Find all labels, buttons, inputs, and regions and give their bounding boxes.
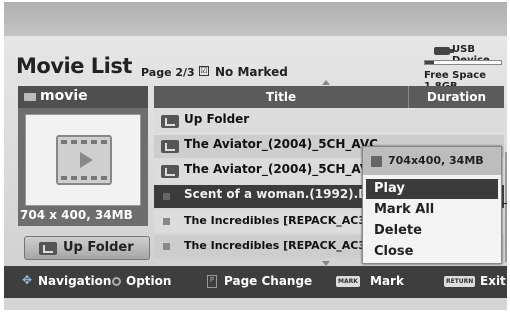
folder-icon (161, 140, 179, 153)
usb-icon (434, 47, 454, 55)
file-icon (163, 218, 170, 225)
page-icon: P (207, 275, 217, 288)
thumbnail-resolution: 704 x 400, 34MB (20, 208, 133, 222)
ok-button-icon (112, 277, 121, 286)
marked-status: No Marked (215, 65, 288, 79)
file-icon (163, 193, 170, 200)
list-item-label: The Aviator_(2004)_5CH_AVC (184, 137, 378, 151)
up-folder-button[interactable]: Up Folder (24, 236, 150, 260)
scrollbar[interactable] (505, 152, 507, 262)
hint-navigation: Navigation (38, 274, 112, 288)
up-folder-icon (161, 115, 179, 128)
popup-file-info: 704x400, 34MB (388, 154, 484, 167)
menu-item-delete[interactable]: Delete (366, 221, 498, 241)
popup-info-header: 704x400, 34MB (363, 147, 501, 175)
storage-bar-fill (425, 61, 435, 64)
list-item-label: Up Folder (184, 112, 250, 126)
hint-mark: Mark (370, 274, 404, 288)
movie-list-screen: Movie List Page 2/3 ☑ No Marked USB Devi… (4, 2, 507, 310)
column-duration: Duration (426, 90, 487, 104)
folder-name: movie (40, 88, 88, 104)
folder-mini-icon (24, 93, 36, 101)
mark-key-icon: MARK (336, 276, 360, 287)
top-band (4, 2, 507, 36)
info-icon (371, 156, 382, 167)
hint-option: Option (126, 274, 172, 288)
navigation-icon (22, 273, 33, 287)
up-folder-icon (39, 242, 57, 255)
play-icon (80, 152, 93, 168)
option-popup-menu: 704x400, 34MB Play Mark All Delete Close (362, 146, 502, 264)
folder-icon (161, 165, 179, 178)
list-item-label: The Aviator_(2004)_5CH_AVC (184, 162, 378, 176)
return-key-icon: RETURN (444, 276, 476, 287)
movie-thumbnail (25, 114, 141, 206)
menu-item-play[interactable]: Play (366, 179, 498, 199)
page-indicator: Page 2/3 (141, 66, 195, 79)
page-title: Movie List (16, 54, 132, 78)
up-folder-button-label: Up Folder (63, 240, 134, 255)
folder-preview-panel: movie 704 x 400, 34MB (18, 86, 148, 226)
hint-page-change: Page Change (224, 274, 313, 288)
film-icon (56, 135, 112, 185)
menu-item-mark-all[interactable]: Mark All (366, 200, 498, 220)
folder-header: movie (18, 86, 148, 108)
menu-item-close[interactable]: Close (366, 242, 498, 262)
checkbox-icon: ☑ (199, 66, 209, 76)
column-title: Title (265, 90, 297, 104)
footer-hint-bar: Navigation Option P Page Change MARK Mar… (4, 266, 507, 298)
list-header: Title Duration (154, 86, 504, 108)
hint-exit: Exit (480, 274, 506, 288)
list-item-up-folder[interactable]: Up Folder (154, 110, 504, 133)
storage-bar (424, 60, 502, 65)
file-icon (163, 243, 170, 250)
scroll-up-arrow-icon[interactable] (322, 80, 330, 85)
